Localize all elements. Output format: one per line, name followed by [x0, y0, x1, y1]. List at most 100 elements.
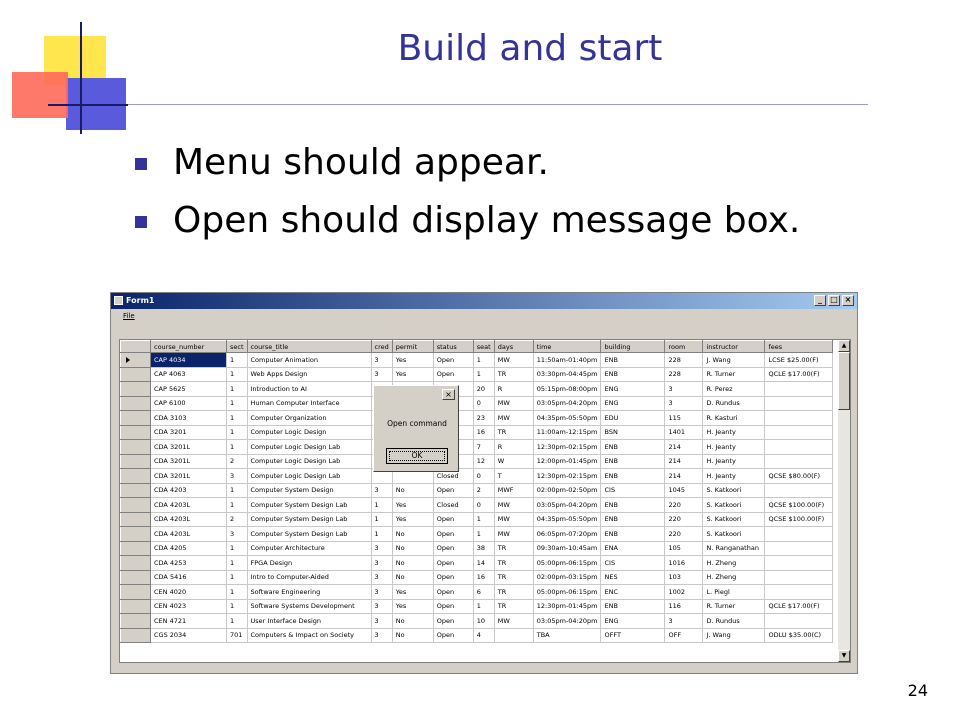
table-cell[interactable]: 03:05pm-04:20pm [532, 497, 602, 513]
table-cell[interactable]: Introduction to AI [246, 381, 372, 397]
table-cell[interactable]: 214 [664, 439, 704, 455]
table-cell[interactable] [764, 526, 834, 542]
table-cell[interactable]: TR [493, 584, 534, 600]
table-cell[interactable]: Open [432, 526, 474, 542]
table-cell[interactable]: 228 [664, 366, 704, 382]
table-cell[interactable]: CAP 6100 [150, 395, 227, 411]
table-cell[interactable]: Yes [391, 352, 434, 368]
table-cell[interactable]: Closed [432, 497, 474, 513]
table-row[interactable]: CDA 5416 1 Intro to Computer-Aided 3 No Open 1… [120, 569, 834, 585]
table-cell[interactable]: Yes [391, 584, 434, 600]
table-cell[interactable]: 105 [664, 540, 704, 556]
table-cell[interactable]: ENB [600, 526, 666, 542]
table-cell[interactable]: ENA [600, 540, 666, 556]
table-cell[interactable]: MW [493, 352, 534, 368]
table-cell[interactable]: 3 [226, 526, 248, 542]
table-cell[interactable]: 1 [226, 540, 248, 556]
table-cell[interactable]: Open [432, 584, 474, 600]
scroll-thumb[interactable] [838, 352, 850, 410]
table-cell[interactable]: D. Rundus [702, 395, 766, 411]
table-cell[interactable]: 0 [472, 395, 495, 411]
table-cell[interactable]: OFFT [600, 627, 666, 643]
table-cell[interactable]: 0 [472, 468, 495, 484]
table-cell[interactable]: CGS 2034 [150, 627, 227, 643]
table-cell[interactable]: LCSE $25.00(F) [764, 352, 834, 368]
table-cell[interactable]: Computers & Impact on Society [246, 627, 372, 643]
table-cell[interactable]: FPGA Design [246, 555, 372, 571]
table-cell[interactable]: TR [493, 366, 534, 382]
column-header[interactable]: fees [764, 340, 834, 353]
table-cell[interactable]: 2 [226, 453, 248, 469]
row-header[interactable] [120, 395, 151, 411]
table-cell[interactable] [764, 439, 834, 455]
table-cell[interactable]: 38 [472, 540, 495, 556]
table-cell[interactable]: 701 [226, 627, 248, 643]
table-cell[interactable]: TR [493, 555, 534, 571]
table-cell[interactable] [764, 584, 834, 600]
table-row[interactable]: CDA 4203 1 Computer System Design 3 No Open 2 M… [120, 482, 834, 498]
table-cell[interactable]: TR [493, 598, 534, 614]
table-cell[interactable]: W [493, 453, 534, 469]
table-cell[interactable]: MW [493, 526, 534, 542]
table-cell[interactable]: ENB [600, 453, 666, 469]
vertical-scrollbar[interactable]: ▲ ▼ [838, 340, 850, 662]
table-cell[interactable]: 06:05pm-07:20pm [532, 526, 602, 542]
table-cell[interactable]: No [391, 482, 434, 498]
table-cell[interactable]: H. Zheng [702, 569, 766, 585]
table-cell[interactable]: 220 [664, 526, 704, 542]
table-cell[interactable]: N. Ranganathan [702, 540, 766, 556]
table-cell[interactable]: R [493, 381, 534, 397]
table-cell[interactable]: CEN 4020 [150, 584, 227, 600]
table-cell[interactable]: 03:30pm-04:45pm [532, 366, 602, 382]
table-cell[interactable] [764, 424, 834, 440]
table-cell[interactable]: CDA 4203 [150, 482, 227, 498]
table-cell[interactable]: 116 [664, 598, 704, 614]
table-cell[interactable]: 05:00pm-06:15pm [532, 584, 602, 600]
table-cell[interactable]: MW [493, 410, 534, 426]
table-cell[interactable]: 1 [472, 352, 495, 368]
table-cell[interactable]: TBA [532, 627, 602, 643]
table-cell[interactable]: 3 [370, 627, 393, 643]
row-header[interactable] [120, 424, 151, 440]
table-cell[interactable]: MW [493, 613, 534, 629]
table-cell[interactable]: No [391, 526, 434, 542]
row-header[interactable] [120, 366, 151, 382]
table-cell[interactable]: 220 [664, 511, 704, 527]
column-header[interactable]: seat [472, 340, 495, 353]
table-cell[interactable]: 02:00pm-02:50pm [532, 482, 602, 498]
table-cell[interactable]: R [493, 439, 534, 455]
table-cell[interactable]: 3 [370, 555, 393, 571]
table-cell[interactable]: CAP 5625 [150, 381, 227, 397]
table-cell[interactable]: 1 [226, 613, 248, 629]
table-cell[interactable]: MWF [493, 482, 534, 498]
table-cell[interactable]: 3 [370, 569, 393, 585]
column-header[interactable]: course_number [150, 340, 227, 353]
table-cell[interactable]: 04:35pm-05:50pm [532, 410, 602, 426]
table-cell[interactable]: 09:30am-10:45am [532, 540, 602, 556]
table-cell[interactable]: CDA 4205 [150, 540, 227, 556]
table-cell[interactable]: R. Turner [702, 598, 766, 614]
table-cell[interactable]: R. Kasturi [702, 410, 766, 426]
table-cell[interactable]: Software Systems Development [246, 598, 372, 614]
table-cell[interactable]: 1 [226, 439, 248, 455]
table-cell[interactable]: 3 [664, 613, 704, 629]
table-cell[interactable]: 115 [664, 410, 704, 426]
table-cell[interactable] [764, 555, 834, 571]
table-cell[interactable]: No [391, 627, 434, 643]
table-cell[interactable]: BSN [600, 424, 666, 440]
table-cell[interactable]: 05:15pm-08:00pm [532, 381, 602, 397]
table-cell[interactable]: CDA 4253 [150, 555, 227, 571]
table-cell[interactable]: Computer Logic Design Lab [246, 468, 372, 484]
table-cell[interactable]: 04:35pm-05:50pm [532, 511, 602, 527]
table-cell[interactable]: 3 [370, 584, 393, 600]
table-cell[interactable]: Computer Logic Design Lab [246, 439, 372, 455]
table-cell[interactable] [764, 410, 834, 426]
table-row[interactable]: CDA 3201L 1 Computer Logic Design Lab 7 R 12:… [120, 439, 834, 455]
column-header[interactable]: time [532, 340, 602, 353]
table-cell[interactable]: 10 [472, 613, 495, 629]
table-cell[interactable]: 1016 [664, 555, 704, 571]
table-cell[interactable]: 3 [370, 352, 393, 368]
table-cell[interactable]: H. Jeanty [702, 424, 766, 440]
row-header[interactable] [120, 584, 151, 600]
table-cell[interactable]: 1 [472, 511, 495, 527]
